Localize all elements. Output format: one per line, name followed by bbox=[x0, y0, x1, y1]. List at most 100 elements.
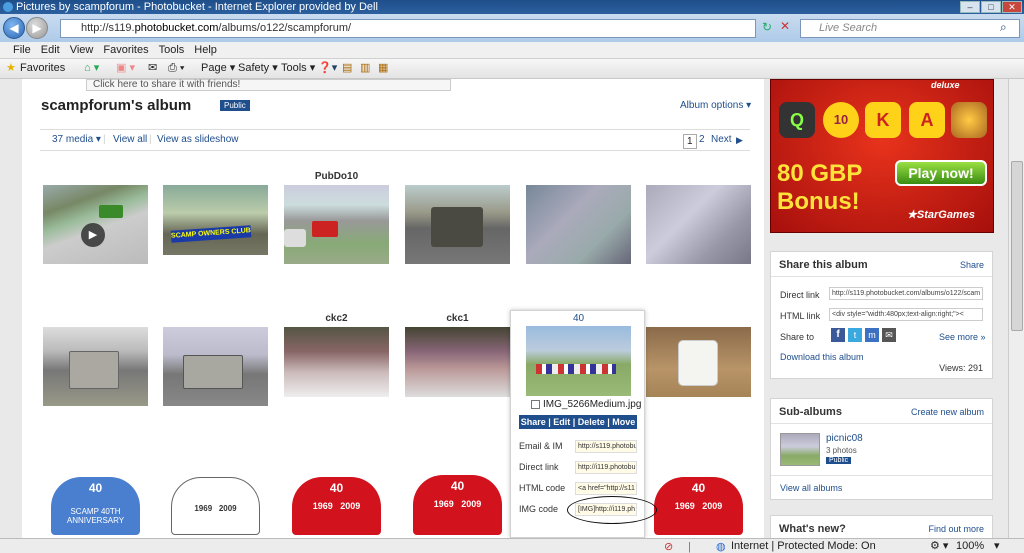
research-icon[interactable]: ▤ bbox=[342, 59, 352, 78]
stop-icon[interactable]: ✕ bbox=[780, 19, 790, 33]
protected-mode-icon[interactable]: ⚙ ▾ bbox=[930, 539, 948, 553]
close-window-button[interactable]: ✕ bbox=[1002, 1, 1022, 13]
tools-menu-label: Tools bbox=[281, 62, 307, 74]
direct-link-field[interactable]: http://i119.photobu bbox=[575, 461, 637, 474]
address-bar[interactable]: http://s119.photobucket.com/albums/o122/… bbox=[60, 19, 756, 38]
print-icon[interactable]: ⎙ ▾ bbox=[168, 59, 184, 78]
sub-album-name[interactable]: picnic08 bbox=[826, 433, 863, 444]
next-page-link[interactable]: Next bbox=[711, 130, 732, 150]
photo-thumbnail[interactable] bbox=[646, 327, 751, 397]
slideshow-link[interactable]: View as slideshow bbox=[157, 130, 239, 150]
see-more-link[interactable]: See more » bbox=[939, 332, 986, 342]
myspace-icon[interactable]: m bbox=[865, 328, 879, 342]
photo-thumbnail[interactable] bbox=[284, 185, 389, 264]
minimize-button[interactable]: – bbox=[960, 1, 980, 13]
menu-tools[interactable]: Tools bbox=[154, 42, 190, 58]
mail-icon[interactable]: ✉ bbox=[148, 59, 157, 78]
photo-thumbnail[interactable] bbox=[43, 327, 148, 406]
email-share-icon[interactable]: ✉ bbox=[882, 328, 896, 342]
popup-actions[interactable]: Share | Edit | Delete | Move bbox=[519, 415, 637, 429]
photo-detail bbox=[99, 205, 123, 218]
popup-photo[interactable] bbox=[526, 326, 631, 396]
badge-thumbnail[interactable]: 40 1969 2009 bbox=[405, 471, 510, 538]
security-zone[interactable]: Internet | Protected Mode: On bbox=[731, 539, 876, 553]
help-icon[interactable]: ❓▾ bbox=[318, 59, 337, 78]
find-out-more-link[interactable]: Find out more bbox=[928, 524, 984, 534]
page-menu[interactable]: Page ▾ bbox=[201, 59, 235, 78]
popup-title[interactable]: 40 bbox=[511, 313, 646, 324]
media-count-dropdown[interactable]: 37 media ▾ bbox=[52, 130, 101, 150]
photo-thumbnail[interactable] bbox=[163, 327, 268, 406]
photo-thumbnail[interactable]: SCAMP OWNERS CLUB bbox=[163, 185, 268, 255]
badge-thumbnail[interactable]: 40 SCAMP 40TH ANNIVERSARY bbox=[43, 471, 148, 538]
photo-thumbnail[interactable]: ▶ bbox=[43, 185, 148, 264]
photo-detail bbox=[536, 364, 616, 374]
menu-view[interactable]: View bbox=[65, 42, 99, 58]
page-2-link[interactable]: 2 bbox=[699, 130, 705, 150]
stargames-ad[interactable]: deluxe Q 10 K A 80 GBP Bonus! Play now! … bbox=[770, 79, 994, 233]
share-promo[interactable]: Click here to share it with friends! bbox=[86, 79, 451, 91]
blog-icon[interactable]: ▦ bbox=[378, 59, 388, 78]
badge-thumbnail[interactable]: 1969 2009 bbox=[163, 471, 268, 538]
email-field[interactable]: http://s119.photobu bbox=[575, 440, 637, 453]
search-input[interactable]: Live Search bbox=[800, 19, 1020, 38]
forward-button[interactable]: ▶ bbox=[26, 17, 48, 39]
menu-help[interactable]: Help bbox=[189, 42, 222, 58]
favorites-button[interactable]: Favorites bbox=[20, 59, 65, 78]
sub-album-thumbnail[interactable] bbox=[780, 433, 820, 466]
direct-link-label: Direct link bbox=[519, 462, 559, 472]
search-icon[interactable]: ⌕ bbox=[1000, 20, 1007, 35]
album-options-link[interactable]: Album options ▾ bbox=[680, 100, 751, 111]
tools-menu[interactable]: Tools ▾ bbox=[281, 59, 315, 78]
share-link[interactable]: Share bbox=[960, 260, 984, 270]
album-direct-link-field[interactable]: http://s119.photobucket.com/albums/o122/… bbox=[829, 287, 983, 300]
ad-bonus: Bonus! bbox=[777, 188, 860, 215]
badge-year-end: 2009 bbox=[218, 504, 237, 513]
view-all-link[interactable]: View all bbox=[113, 130, 147, 150]
photo-thumbnail[interactable] bbox=[284, 327, 389, 397]
view-all-albums-link[interactable]: View all albums bbox=[780, 483, 842, 493]
home-icon[interactable]: ⌂ ▾ bbox=[84, 59, 99, 78]
menu-edit[interactable]: Edit bbox=[36, 42, 65, 58]
photo-thumbnail[interactable] bbox=[405, 185, 510, 264]
play-now-button[interactable]: Play now! bbox=[895, 160, 987, 186]
page-scrollbar[interactable] bbox=[1008, 79, 1024, 538]
address-row: ◀ ▶ http://s119.photobucket.com/albums/o… bbox=[0, 14, 1024, 42]
facebook-icon[interactable]: f bbox=[831, 328, 845, 342]
select-checkbox[interactable] bbox=[531, 400, 540, 409]
html-code-label: HTML code bbox=[519, 483, 566, 493]
badge-thumbnail[interactable]: 40 1969 2009 bbox=[646, 471, 751, 538]
video-play-icon[interactable]: ▶ bbox=[81, 223, 105, 247]
address-domain: photobucket.com bbox=[134, 22, 219, 34]
photo-detail bbox=[183, 355, 243, 389]
download-album-link[interactable]: Download this album bbox=[780, 352, 864, 362]
badge-year-end: 2009 bbox=[461, 499, 482, 509]
photo-thumbnail[interactable] bbox=[526, 185, 631, 264]
back-button[interactable]: ◀ bbox=[3, 17, 25, 39]
feeds-icon[interactable]: ▣ ▾ bbox=[116, 59, 135, 78]
scrollbar-thumb[interactable] bbox=[1011, 161, 1023, 331]
album-html-link-field[interactable]: <div style="width:480px;text-align:right… bbox=[829, 308, 983, 321]
messenger-icon[interactable]: ▥ bbox=[360, 59, 370, 78]
page-current[interactable]: 1 bbox=[683, 134, 697, 149]
safety-menu[interactable]: Safety ▾ bbox=[238, 59, 278, 78]
zoom-dropdown-icon[interactable]: ▾ bbox=[994, 539, 1000, 553]
next-arrow-icon[interactable]: ▶ bbox=[736, 130, 743, 150]
create-album-link[interactable]: Create new album bbox=[911, 407, 984, 417]
maximize-button[interactable]: □ bbox=[981, 1, 1001, 13]
menu-file[interactable]: File bbox=[8, 42, 36, 58]
html-code-field[interactable]: <a href="http://s11 bbox=[575, 482, 637, 495]
share-to-label: Share to bbox=[780, 332, 815, 342]
photo-caption: PubDo10 bbox=[314, 171, 359, 182]
refresh-icon[interactable]: ↻ bbox=[762, 20, 772, 34]
photo-detail bbox=[431, 207, 483, 247]
menu-favorites[interactable]: Favorites bbox=[98, 42, 153, 58]
photo-thumbnail[interactable] bbox=[405, 327, 510, 397]
twitter-icon[interactable]: t bbox=[848, 328, 862, 342]
badge-thumbnail[interactable]: 40 1969 2009 bbox=[284, 471, 389, 538]
blocked-icon: ⊘ bbox=[664, 541, 674, 553]
photo-thumbnail[interactable] bbox=[646, 185, 751, 264]
whats-new-box: What's new? Find out more bbox=[770, 515, 993, 538]
ad-amount: 80 GBP bbox=[777, 160, 863, 187]
zoom-level[interactable]: 100% bbox=[956, 539, 984, 553]
